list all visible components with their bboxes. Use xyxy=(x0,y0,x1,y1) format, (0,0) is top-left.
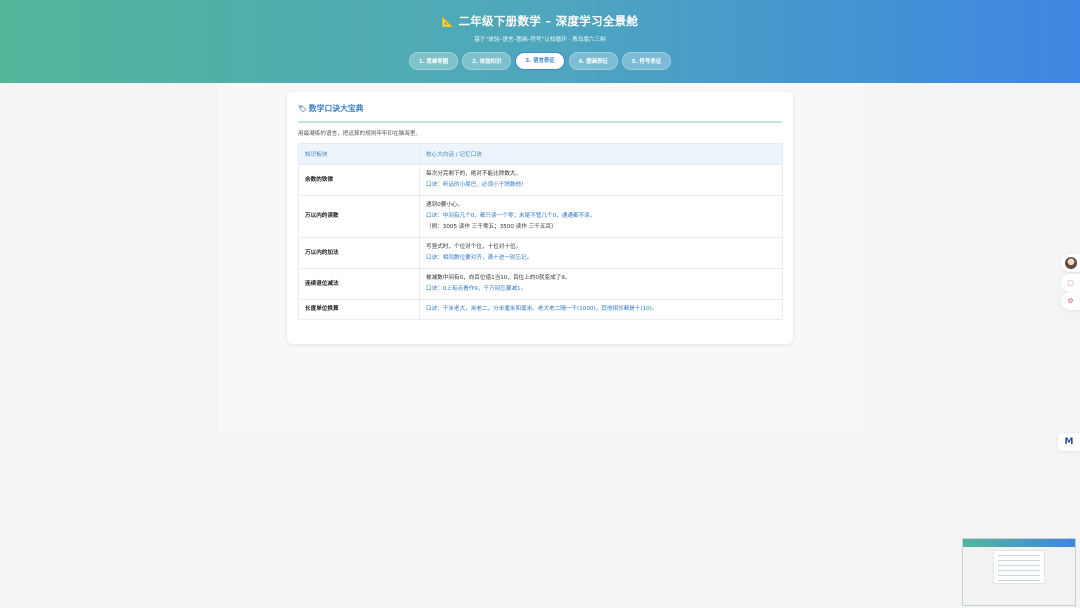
minimap-card xyxy=(993,550,1045,584)
page-title: 📐 二年级下册数学 – 深度学习全景舱 xyxy=(0,13,1080,29)
card-title-text: 数学口诀大宝典 xyxy=(308,104,364,113)
explanation-line: 写竖式时，个位对个位，十位对十位。 xyxy=(426,244,522,250)
content-card: 🏷 数学口诀大宝典 用最凝练的语言，把运算的规则牢牢印在脑海里。 知识板块 核心大… xyxy=(287,92,793,344)
table-header-row: 知识板块 核心大白话 / 记忆口诀 xyxy=(298,143,783,165)
table-body: 余数的铁律 每次分完剩下的，绝对不能比除数大。 口诀：听话的小尾巴，必须小于除数他！… xyxy=(298,164,783,320)
explanation-line: （例：3005 读作 三千零五；3500 读作 三千五百） xyxy=(426,224,557,230)
rhyme-table: 知识板块 核心大白话 / 记忆口诀 余数的铁律 每次分完剩下的，绝对不能比除数大。… xyxy=(298,143,783,320)
explanation-line: 遇到0要小心。 xyxy=(426,202,464,208)
rhyme-cell: 口诀：千米老大，米老二，分米厘米和毫米。老大老二隔一千(1000)，其他相邻都是… xyxy=(419,299,783,320)
rhyme-line: 口诀：相同数位要对齐，满十进一别忘记。 xyxy=(426,255,533,261)
rhyme-line: 口诀：千米老大，米老二，分米厘米和毫米。老大老二隔一千(1000)，其他相邻都是… xyxy=(426,306,658,312)
tab-bar: 1. 思维导图 2. 体验知识 3. 语言表征 4. 图画表征 5. 符号表征 xyxy=(0,52,1080,70)
rhyme-cell: 被减数中间有0，向百位借1当10，百位上的0就变成了9。 口诀：0上有点看作9，千… xyxy=(419,268,783,300)
minimap-header xyxy=(963,539,1075,547)
page-subtitle: 基于“体验–语言–图画–符号”认知循环 · 青岛版六三制 xyxy=(474,37,606,43)
topic-cell: 长度单位换算 xyxy=(298,299,420,320)
table-row: 连续退位减法 被减数中间有0，向百位借1当10，百位上的0就变成了9。 口诀：0上有… xyxy=(298,268,783,300)
page-title-text: 二年级下册数学 – 深度学习全景舱 xyxy=(458,14,639,28)
column-header-rhyme: 核心大白话 / 记忆口诀 xyxy=(419,143,783,165)
tab-5[interactable]: 5. 符号表征 xyxy=(621,52,672,70)
page-minimap[interactable] xyxy=(962,538,1076,606)
rhyme-line: 口诀：0上有点看作9，千万别忘要减1。 xyxy=(426,286,527,292)
rhyme-cell: 写竖式时，个位对个位，十位对十位。口诀：相同数位要对齐，满十进一别忘记。 xyxy=(419,237,783,269)
rhyme-cell: 遇到0要小心。口诀：中间有几个0，都只读一个零；末尾不管几个0，通通都不读。 （例… xyxy=(419,195,783,238)
topic-cell: 余数的铁律 xyxy=(298,164,420,196)
table-row: 余数的铁律 每次分完剩下的，绝对不能比除数大。 口诀：听话的小尾巴，必须小于除数他！ xyxy=(298,164,783,196)
table-row: 长度单位换算 口诀：千米老大，米老二，分米厘米和毫米。老大老二隔一千(1000)，… xyxy=(298,299,783,320)
logo-icon: M xyxy=(1064,437,1074,447)
tab-3[interactable]: 3. 语言表征 xyxy=(515,52,565,70)
tag-icon: 🏷 xyxy=(298,105,307,113)
card-description: 用最凝练的语言，把运算的规则牢牢印在脑海里。 xyxy=(298,131,422,137)
rhyme-cell: 每次分完剩下的，绝对不能比除数大。 口诀：听话的小尾巴，必须小于除数他！ xyxy=(419,164,783,196)
tab-4[interactable]: 4. 图画表征 xyxy=(568,52,618,70)
topic-cell: 连续退位减法 xyxy=(298,268,420,300)
rhyme-line: 口诀：中间有几个0，都只读一个零；末尾不管几个0，通通都不读。 xyxy=(426,213,596,219)
rhyme-line: 口诀：听话的小尾巴，必须小于除数他！ xyxy=(426,182,527,188)
topic-cell: 万以内的加法 xyxy=(298,237,420,269)
notes-button[interactable]: ▢ xyxy=(1061,274,1080,292)
card-title: 🏷 数学口诀大宝典 xyxy=(298,103,782,123)
explanation-line: 每次分完剩下的，绝对不能比除数大。 xyxy=(426,171,522,177)
column-header-topic: 知识板块 xyxy=(298,143,420,165)
note-icon: ▢ xyxy=(1067,279,1074,287)
sparkle-icon: ✿ xyxy=(1067,297,1074,305)
topic-cell: 万以内的读数 xyxy=(298,195,420,238)
ruler-icon: 📐 xyxy=(441,17,455,28)
table-row: 万以内的加法 写竖式时，个位对个位，十位对十位。口诀：相同数位要对齐，满十进一别忘… xyxy=(298,237,783,269)
assistant-avatar-button[interactable] xyxy=(1061,254,1080,272)
tab-2[interactable]: 2. 体验知识 xyxy=(462,52,512,70)
app-header: 📐 二年级下册数学 – 深度学习全景舱 基于“体验–语言–图画–符号”认知循环 ·… xyxy=(0,0,1080,83)
table-row: 万以内的读数 遇到0要小心。口诀：中间有几个0，都只读一个零；末尾不管几个0，通通… xyxy=(298,195,783,238)
brand-logo-button[interactable]: M xyxy=(1058,433,1080,451)
translate-button[interactable]: ✿ xyxy=(1061,292,1080,310)
tab-1[interactable]: 1. 思维导图 xyxy=(408,52,459,70)
avatar xyxy=(1064,257,1077,269)
explanation-line: 被减数中间有0，向百位借1当10，百位上的0就变成了9。 xyxy=(426,275,571,281)
